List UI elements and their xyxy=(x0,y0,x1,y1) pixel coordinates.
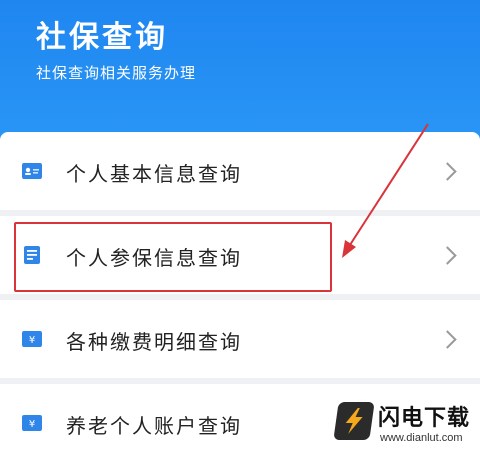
chevron-right-icon xyxy=(438,162,457,181)
chevron-right-icon xyxy=(438,246,457,265)
watermark-title: 闪电下载 xyxy=(378,406,471,431)
watermark: 闪电下载 www.dianlut.com xyxy=(333,398,476,458)
svg-text:¥: ¥ xyxy=(29,419,35,430)
menu-item-label: 各种缴费明细查询 xyxy=(66,330,242,354)
menu-item-label: 养老个人账户查询 xyxy=(66,414,242,438)
payment-icon: ¥ xyxy=(22,331,42,347)
header-banner: 社保查询 社保查询相关服务办理 xyxy=(0,0,480,152)
highlight-box xyxy=(14,222,332,292)
chevron-right-icon xyxy=(438,330,457,349)
menu-item-label: 个人基本信息查询 xyxy=(66,162,242,186)
menu-item-basic-info[interactable]: 个人基本信息查询 xyxy=(0,132,480,210)
account-icon: ¥ xyxy=(22,415,42,431)
watermark-url: www.dianlut.com xyxy=(380,432,463,444)
page-title: 社保查询 xyxy=(36,20,168,55)
menu-item-payment-details[interactable]: ¥ 各种缴费明细查询 xyxy=(0,300,480,378)
lightning-logo-icon xyxy=(333,402,375,440)
page-subtitle: 社保查询相关服务办理 xyxy=(36,64,197,82)
svg-text:¥: ¥ xyxy=(29,335,35,346)
id-card-icon xyxy=(22,163,42,179)
